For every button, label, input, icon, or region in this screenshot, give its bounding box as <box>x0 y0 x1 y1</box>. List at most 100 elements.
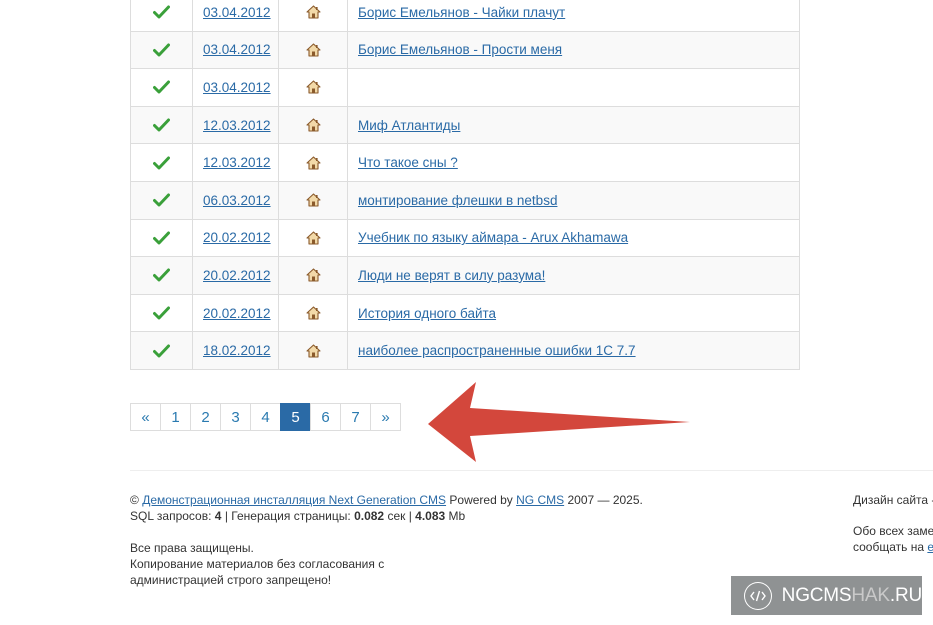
status-cell <box>131 69 193 106</box>
table-row: 06.03.2012 монтирование флешки в netbsd <box>130 181 800 220</box>
title-cell: Что такое сны ? <box>348 144 799 181</box>
page-6-button[interactable]: 6 <box>310 403 341 431</box>
house-icon[interactable] <box>305 306 321 320</box>
status-cell <box>131 332 193 369</box>
date-cell: 03.04.2012 <box>193 0 279 31</box>
title-link[interactable]: Борис Емельянов - Чайки плачут <box>358 5 565 20</box>
notice-line-1: Обо всех заме <box>853 524 933 538</box>
notice-link[interactable]: е <box>927 540 933 554</box>
date-link[interactable]: 03.04.2012 <box>203 42 271 57</box>
page-prev-button[interactable]: « <box>130 403 161 431</box>
title-link[interactable]: Люди не верят в силу разума! <box>358 268 545 283</box>
title-link[interactable]: монтирование флешки в netbsd <box>358 193 557 208</box>
news-table: 03.04.2012 Борис Емельянов - Чайки плачут… <box>130 0 800 370</box>
home-cell <box>279 219 348 257</box>
site-link[interactable]: Демонстрационная инсталляция Next Genera… <box>142 493 446 507</box>
footer-divider <box>130 470 933 471</box>
house-icon[interactable] <box>305 118 321 132</box>
page-next-button[interactable]: » <box>370 403 401 431</box>
check-icon <box>153 43 170 57</box>
title-cell: монтирование флешки в netbsd <box>348 182 799 219</box>
notice-text: сообщать на <box>853 540 925 554</box>
title-link[interactable]: История одного байта <box>358 306 496 321</box>
date-link[interactable]: 18.02.2012 <box>203 343 271 358</box>
page-5-button[interactable]: 5 <box>280 403 311 431</box>
page-3-button[interactable]: 3 <box>220 403 251 431</box>
house-icon[interactable] <box>305 193 321 207</box>
sql-count: 4 <box>214 509 222 523</box>
title-link[interactable]: Миф Атлантиды <box>358 118 460 133</box>
powered-by-text: Powered by <box>449 493 513 507</box>
table-row: 03.04.2012 Борис Емельянов - Прости меня <box>130 31 800 70</box>
date-cell: 12.03.2012 <box>193 144 279 181</box>
house-icon[interactable] <box>305 156 321 170</box>
watermark-text: NGCMSHAK.RU <box>782 584 923 607</box>
title-link[interactable]: наиболее распространенные ошибки 1С 7.7 <box>358 343 636 358</box>
date-cell: 18.02.2012 <box>193 332 279 369</box>
date-cell: 20.02.2012 <box>193 257 279 294</box>
home-cell <box>279 69 348 106</box>
gen-time: 0.082 <box>354 509 385 523</box>
rights-line-1: Все права защищены. <box>130 541 254 555</box>
ngcms-link[interactable]: NG CMS <box>516 493 564 507</box>
home-cell <box>279 31 348 69</box>
date-link[interactable]: 20.02.2012 <box>203 306 271 321</box>
date-cell: 03.04.2012 <box>193 69 279 106</box>
sql-label: SQL запросов: <box>130 509 212 523</box>
title-cell: Миф Атлантиды <box>348 107 799 144</box>
house-icon[interactable] <box>305 344 321 358</box>
page-1-button[interactable]: 1 <box>160 403 191 431</box>
notice-line-2: сообщать на е <box>853 539 933 555</box>
title-link[interactable]: Учебник по языку аймара - Arux Akhamawa <box>358 230 628 245</box>
date-link[interactable]: 20.02.2012 <box>203 230 271 245</box>
title-cell: Люди не верят в силу разума! <box>348 257 799 294</box>
check-icon <box>153 268 170 282</box>
title-cell: наиболее распространенные ошибки 1С 7.7 <box>348 332 799 369</box>
gen-label: | Генерация страницы: <box>224 509 351 523</box>
title-link[interactable]: Борис Емельянов - Прости меня <box>358 42 562 57</box>
check-icon <box>153 118 170 132</box>
watermark-badge: NGCMSHAK.RU <box>731 576 922 615</box>
watermark-text-c: .RU <box>889 584 922 606</box>
date-link[interactable]: 03.04.2012 <box>203 5 271 20</box>
date-link[interactable]: 06.03.2012 <box>203 193 271 208</box>
stats-line: SQL запросов: 4 | Генерация страницы: 0.… <box>130 508 643 524</box>
footer-left: © Демонстрационная инсталляция Next Gene… <box>130 492 643 588</box>
check-icon <box>153 231 170 245</box>
house-icon[interactable] <box>305 231 321 245</box>
status-cell <box>131 181 193 219</box>
table-row: 12.03.2012 Что такое сны ? <box>130 144 800 182</box>
date-link[interactable]: 12.03.2012 <box>203 155 271 170</box>
house-icon[interactable] <box>305 5 321 19</box>
page-2-button[interactable]: 2 <box>190 403 221 431</box>
date-link[interactable]: 12.03.2012 <box>203 118 271 133</box>
copyright-sign: © <box>130 493 139 507</box>
check-icon <box>153 193 170 207</box>
title-cell: Борис Емельянов - Прости меня <box>348 32 799 69</box>
table-row: 03.04.2012 <box>130 69 800 107</box>
page-4-button[interactable]: 4 <box>250 403 281 431</box>
status-cell <box>131 106 193 144</box>
date-link[interactable]: 20.02.2012 <box>203 268 271 283</box>
code-icon <box>744 581 772 610</box>
design-credit: Дизайн сайта - <box>853 493 933 507</box>
memory-value: 4.083 <box>415 509 446 523</box>
date-cell: 20.02.2012 <box>193 294 279 332</box>
house-icon[interactable] <box>305 43 321 57</box>
date-cell: 06.03.2012 <box>193 181 279 219</box>
check-icon <box>153 344 170 358</box>
date-cell: 20.02.2012 <box>193 219 279 257</box>
title-link[interactable]: Что такое сны ? <box>358 155 458 170</box>
memory-unit: Mb <box>448 509 466 523</box>
rights-line-2: Копирование материалов без согласования … <box>130 557 385 571</box>
check-icon <box>153 156 170 170</box>
arrow-shape <box>428 382 690 462</box>
page-7-button[interactable]: 7 <box>340 403 371 431</box>
home-cell <box>279 181 348 219</box>
status-cell <box>131 144 193 181</box>
date-link[interactable]: 03.04.2012 <box>203 80 271 95</box>
home-cell <box>279 106 348 144</box>
house-icon[interactable] <box>305 268 321 283</box>
years-text: 2007 — 2025. <box>567 493 643 507</box>
house-icon[interactable] <box>305 80 321 95</box>
